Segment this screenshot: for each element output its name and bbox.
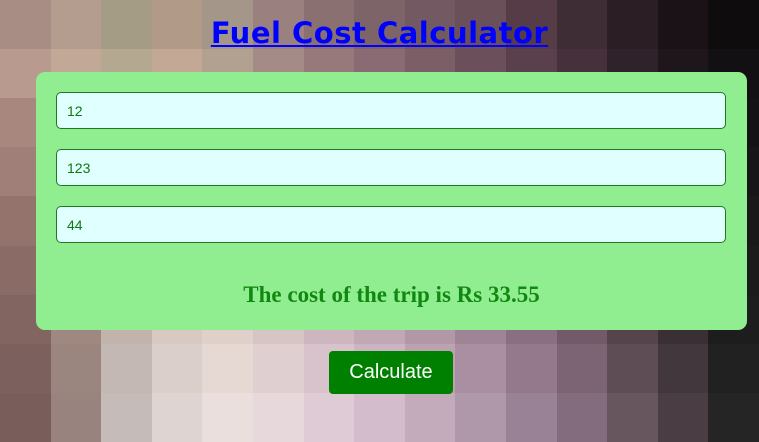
fuel-efficiency-input[interactable] (56, 206, 726, 243)
page-title: Fuel Cost Calculator (0, 14, 759, 51)
mosaic-tile (607, 392, 658, 442)
calculate-button[interactable]: Calculate (329, 351, 453, 394)
mosaic-tile (101, 343, 152, 393)
mosaic-tile (455, 343, 506, 393)
mosaic-tile (0, 343, 51, 393)
mosaic-tile (505, 343, 557, 393)
mosaic-tile (252, 392, 304, 442)
result-text: The cost of the trip is Rs 33.55 (243, 282, 540, 307)
mosaic-tile (202, 392, 253, 442)
mosaic-tile (657, 392, 709, 442)
distance-input[interactable] (56, 92, 726, 129)
calculator-panel: The cost of the trip is Rs 33.55 (36, 72, 747, 330)
mosaic-tile (202, 343, 253, 393)
mosaic-tile (303, 392, 355, 442)
mosaic-tile (252, 343, 304, 393)
mosaic-tile (50, 343, 102, 393)
mosaic-tile (404, 392, 456, 442)
mosaic-tile (657, 343, 709, 393)
mosaic-tile (354, 392, 405, 442)
mosaic-tile (50, 392, 102, 442)
mosaic-tile (0, 392, 51, 442)
mosaic-tile (556, 343, 608, 393)
mosaic-tile (151, 343, 203, 393)
mosaic-tile (101, 392, 152, 442)
mosaic-tile (505, 392, 557, 442)
mosaic-tile (708, 392, 759, 442)
mosaic-tile (151, 392, 203, 442)
mosaic-tile (708, 343, 759, 393)
fuel-price-input[interactable] (56, 149, 726, 186)
page-title-link[interactable]: Fuel Cost Calculator (211, 16, 548, 50)
mosaic-tile (556, 392, 608, 442)
mosaic-tile (455, 392, 506, 442)
mosaic-tile (607, 343, 658, 393)
